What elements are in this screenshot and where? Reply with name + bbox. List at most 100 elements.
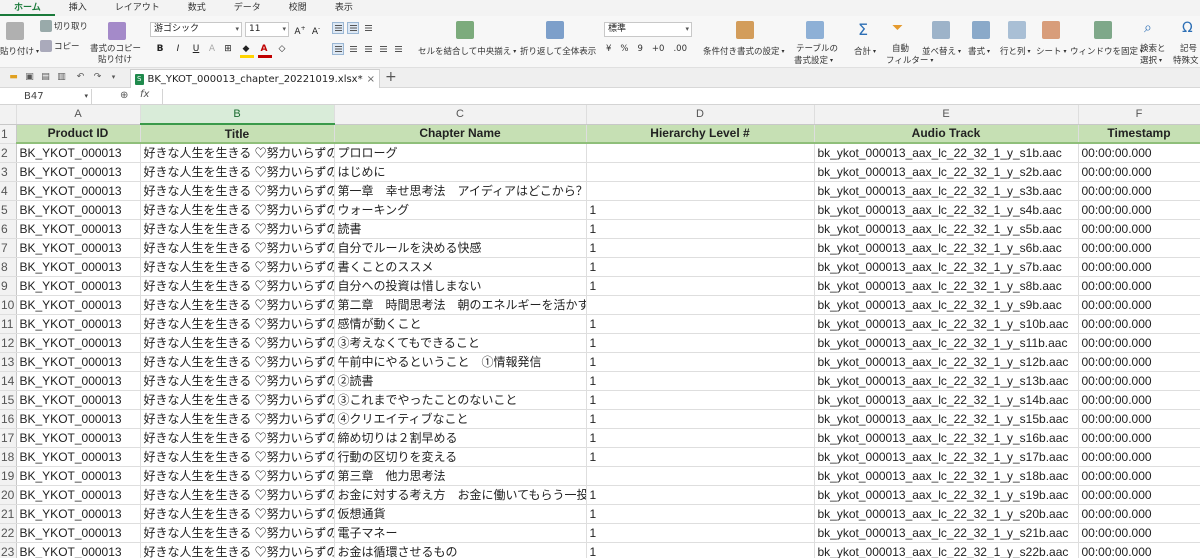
header-cell[interactable]: Audio Track xyxy=(814,124,1079,144)
header-cell[interactable]: Title xyxy=(140,124,335,144)
column-header-A[interactable]: A xyxy=(16,105,141,125)
font-name-select[interactable]: 游ゴシック ▾ xyxy=(150,22,242,37)
cell[interactable]: ③これまでやったことのないこと xyxy=(334,390,587,410)
menu-tab-6[interactable]: 表示 xyxy=(321,0,367,16)
percent-button[interactable]: % xyxy=(620,44,628,54)
cell[interactable]: bk_ykot_000013_aax_lc_22_32_1_y_s12b.aac xyxy=(814,352,1079,372)
font-color-icon[interactable]: A xyxy=(258,43,270,55)
align-top-button[interactable] xyxy=(332,22,344,34)
cell[interactable]: 行動の区切りを変える xyxy=(334,447,587,467)
close-tab-icon[interactable]: × xyxy=(367,74,375,85)
cell[interactable]: BK_YKOT_000013 xyxy=(16,257,141,277)
cell[interactable]: 1 xyxy=(586,447,815,467)
rowcol-icon[interactable] xyxy=(1008,21,1026,39)
cell[interactable]: BK_YKOT_000013 xyxy=(16,219,141,239)
border-icon[interactable]: ⊞ xyxy=(222,43,234,55)
sheet-icon[interactable] xyxy=(1042,21,1060,39)
cell[interactable]: 1 xyxy=(586,485,815,505)
cell[interactable]: 1 xyxy=(586,371,815,391)
align-center-button[interactable] xyxy=(347,43,359,55)
cell[interactable]: 00:00:00.000 xyxy=(1078,276,1200,296)
row-number[interactable]: 23 xyxy=(0,542,17,558)
cell[interactable]: BK_YKOT_000013 xyxy=(16,238,141,258)
search-icon[interactable]: ⌕ xyxy=(1144,20,1152,36)
cell[interactable]: BK_YKOT_000013 xyxy=(16,181,141,201)
cell[interactable]: bk_ykot_000013_aax_lc_22_32_1_y_s11b.aac xyxy=(814,333,1079,353)
cell[interactable]: 1 xyxy=(586,409,815,429)
comma-button[interactable]: 9 xyxy=(638,44,643,54)
cell[interactable]: 00:00:00.000 xyxy=(1078,295,1200,315)
save-icon[interactable]: ▣ xyxy=(24,72,35,83)
cell[interactable]: 00:00:00.000 xyxy=(1078,352,1200,372)
cell[interactable]: 00:00:00.000 xyxy=(1078,466,1200,486)
menu-tab-0[interactable]: ホーム xyxy=(0,0,55,16)
zoom-icon[interactable]: ⊕ xyxy=(120,90,128,101)
cell[interactable] xyxy=(586,466,815,486)
cell[interactable]: プロローグ xyxy=(334,143,587,163)
cell[interactable]: BK_YKOT_000013 xyxy=(16,428,141,448)
cell[interactable]: BK_YKOT_000013 xyxy=(16,485,141,505)
cell[interactable]: 1 xyxy=(586,219,815,239)
cell[interactable]: 読書 xyxy=(334,219,587,239)
align-left-button[interactable] xyxy=(332,43,344,55)
autosum-button[interactable]: 合計 ▾ xyxy=(854,45,876,57)
cell[interactable]: bk_ykot_000013_aax_lc_22_32_1_y_s4b.aac xyxy=(814,200,1079,220)
cell[interactable]: bk_ykot_000013_aax_lc_22_32_1_y_s5b.aac xyxy=(814,219,1079,239)
cell[interactable]: bk_ykot_000013_aax_lc_22_32_1_y_s13b.aac xyxy=(814,371,1079,391)
cell[interactable]: 00:00:00.000 xyxy=(1078,485,1200,505)
cell[interactable]: 好きな人生を生きる ♡努力いらずの xyxy=(140,257,335,277)
merge-center-button[interactable]: セルを結合して中央揃え ▾ xyxy=(418,45,516,57)
cell[interactable]: 00:00:00.000 xyxy=(1078,333,1200,353)
row-number[interactable]: 8 xyxy=(0,257,17,277)
cell[interactable] xyxy=(586,143,815,163)
row-number[interactable]: 1 xyxy=(0,124,17,144)
menu-tab-4[interactable]: データ xyxy=(220,0,275,16)
cell[interactable]: 好きな人生を生きる ♡努力いらずの xyxy=(140,200,335,220)
cell[interactable]: bk_ykot_000013_aax_lc_22_32_1_y_s15b.aac xyxy=(814,409,1079,429)
cell[interactable]: 00:00:00.000 xyxy=(1078,162,1200,182)
row-number[interactable]: 21 xyxy=(0,504,17,524)
cell[interactable]: 好きな人生を生きる ♡努力いらずの xyxy=(140,162,335,182)
cell[interactable]: 1 xyxy=(586,238,815,258)
cell[interactable]: bk_ykot_000013_aax_lc_22_32_1_y_s16b.aac xyxy=(814,428,1079,448)
row-number[interactable]: 11 xyxy=(0,314,17,334)
table-format-button[interactable]: テーブルの xyxy=(796,42,838,54)
row-number[interactable]: 15 xyxy=(0,390,17,410)
cell[interactable]: bk_ykot_000013_aax_lc_22_32_1_y_s3b.aac xyxy=(814,181,1079,201)
cell[interactable]: 00:00:00.000 xyxy=(1078,181,1200,201)
document-tab[interactable]: S BK_YKOT_000013_chapter_20221019.xlsx* … xyxy=(130,69,380,88)
cell[interactable]: 00:00:00.000 xyxy=(1078,390,1200,410)
menu-tab-1[interactable]: 挿入 xyxy=(55,0,101,16)
cell[interactable]: bk_ykot_000013_aax_lc_22_32_1_y_s19b.aac xyxy=(814,485,1079,505)
sum-icon[interactable]: Σ xyxy=(858,20,868,39)
table-format-icon[interactable] xyxy=(806,21,824,39)
align-right-button[interactable] xyxy=(362,43,374,55)
row-number[interactable]: 17 xyxy=(0,428,17,448)
wrap-text-button[interactable]: 折り返して全体表示 xyxy=(520,45,596,57)
justify-button[interactable] xyxy=(377,43,389,55)
fx-icon[interactable]: fx xyxy=(140,89,149,100)
row-number[interactable]: 4 xyxy=(0,181,17,201)
decimal-increase-icon[interactable]: +0 xyxy=(652,44,665,54)
cell[interactable]: ウォーキング xyxy=(334,200,587,220)
cell[interactable] xyxy=(586,295,815,315)
cell[interactable]: 第三章 他力思考法 xyxy=(334,466,587,486)
copy-button[interactable]: コピー xyxy=(40,40,80,52)
conditional-format-icon[interactable] xyxy=(736,21,754,39)
distributed-button[interactable] xyxy=(392,43,404,55)
cell[interactable]: BK_YKOT_000013 xyxy=(16,447,141,467)
cell[interactable]: お金は循環させるもの xyxy=(334,542,587,558)
cell[interactable]: 00:00:00.000 xyxy=(1078,238,1200,258)
row-number[interactable]: 20 xyxy=(0,485,17,505)
cell[interactable]: BK_YKOT_000013 xyxy=(16,504,141,524)
eraser-icon[interactable]: ◇ xyxy=(276,43,288,55)
cell[interactable]: bk_ykot_000013_aax_lc_22_32_1_y_s22b.aac xyxy=(814,542,1079,558)
cell[interactable]: bk_ykot_000013_aax_lc_22_32_1_y_s9b.aac xyxy=(814,295,1079,315)
align-bottom-button[interactable] xyxy=(362,22,374,34)
header-cell[interactable]: Product ID xyxy=(16,124,141,144)
cell[interactable]: BK_YKOT_000013 xyxy=(16,542,141,558)
cell[interactable]: 好きな人生を生きる ♡努力いらずの xyxy=(140,523,335,543)
cell[interactable]: bk_ykot_000013_aax_lc_22_32_1_y_s10b.aac xyxy=(814,314,1079,334)
cell[interactable]: ③考えなくてもできること xyxy=(334,333,587,353)
sheet-button[interactable]: シート ▾ xyxy=(1036,45,1067,57)
